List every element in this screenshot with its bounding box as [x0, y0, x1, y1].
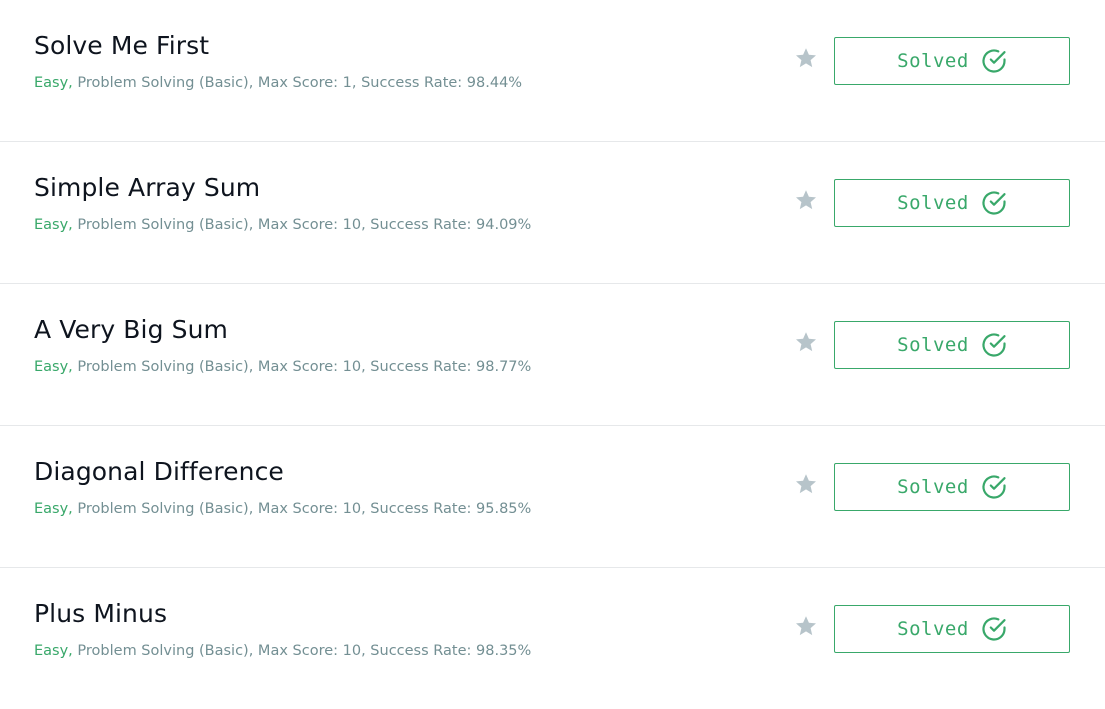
difficulty-label: Easy, — [34, 643, 73, 659]
check-circle-icon — [982, 191, 1006, 215]
star-icon[interactable] — [794, 614, 818, 638]
solved-label: Solved — [897, 334, 969, 356]
challenge-card[interactable]: Diagonal Difference Easy, Problem Solvin… — [0, 426, 1105, 568]
difficulty-label: Easy, — [34, 217, 73, 233]
challenge-meta: Easy, Problem Solving (Basic), Max Score… — [34, 501, 531, 517]
solved-label: Solved — [897, 618, 969, 640]
challenge-details: Problem Solving (Basic), Max Score: 10, … — [72, 643, 532, 659]
solved-label: Solved — [897, 50, 969, 72]
challenge-title[interactable]: Solve Me First — [34, 31, 209, 60]
check-circle-icon — [982, 475, 1006, 499]
challenge-title[interactable]: Plus Minus — [34, 599, 167, 628]
challenge-meta: Easy, Problem Solving (Basic), Max Score… — [34, 643, 531, 659]
difficulty-label: Easy, — [34, 359, 73, 375]
challenge-list: Solve Me First Easy, Problem Solving (Ba… — [0, 0, 1105, 709]
difficulty-label: Easy, — [34, 75, 73, 91]
difficulty-label: Easy, — [34, 501, 73, 517]
challenge-card[interactable]: A Very Big Sum Easy, Problem Solving (Ba… — [0, 284, 1105, 426]
star-icon[interactable] — [794, 330, 818, 354]
challenge-card[interactable]: Solve Me First Easy, Problem Solving (Ba… — [0, 0, 1105, 142]
challenge-details: Problem Solving (Basic), Max Score: 1, S… — [72, 75, 523, 91]
challenge-details: Problem Solving (Basic), Max Score: 10, … — [72, 217, 532, 233]
challenge-title[interactable]: A Very Big Sum — [34, 315, 228, 344]
star-icon[interactable] — [794, 46, 818, 70]
challenge-details: Problem Solving (Basic), Max Score: 10, … — [72, 501, 532, 517]
solved-button[interactable]: Solved — [834, 605, 1070, 653]
solved-button[interactable]: Solved — [834, 179, 1070, 227]
solved-button[interactable]: Solved — [834, 463, 1070, 511]
check-circle-icon — [982, 49, 1006, 73]
challenge-card[interactable]: Plus Minus Easy, Problem Solving (Basic)… — [0, 568, 1105, 709]
star-icon[interactable] — [794, 188, 818, 212]
challenge-meta: Easy, Problem Solving (Basic), Max Score… — [34, 359, 531, 375]
challenge-details: Problem Solving (Basic), Max Score: 10, … — [72, 359, 532, 375]
challenge-card[interactable]: Simple Array Sum Easy, Problem Solving (… — [0, 142, 1105, 284]
solved-button[interactable]: Solved — [834, 37, 1070, 85]
challenge-title[interactable]: Simple Array Sum — [34, 173, 260, 202]
solved-label: Solved — [897, 192, 969, 214]
solved-button[interactable]: Solved — [834, 321, 1070, 369]
solved-label: Solved — [897, 476, 969, 498]
challenge-meta: Easy, Problem Solving (Basic), Max Score… — [34, 75, 522, 91]
check-circle-icon — [982, 333, 1006, 357]
challenge-title[interactable]: Diagonal Difference — [34, 457, 284, 486]
star-icon[interactable] — [794, 472, 818, 496]
challenge-meta: Easy, Problem Solving (Basic), Max Score… — [34, 217, 531, 233]
check-circle-icon — [982, 617, 1006, 641]
